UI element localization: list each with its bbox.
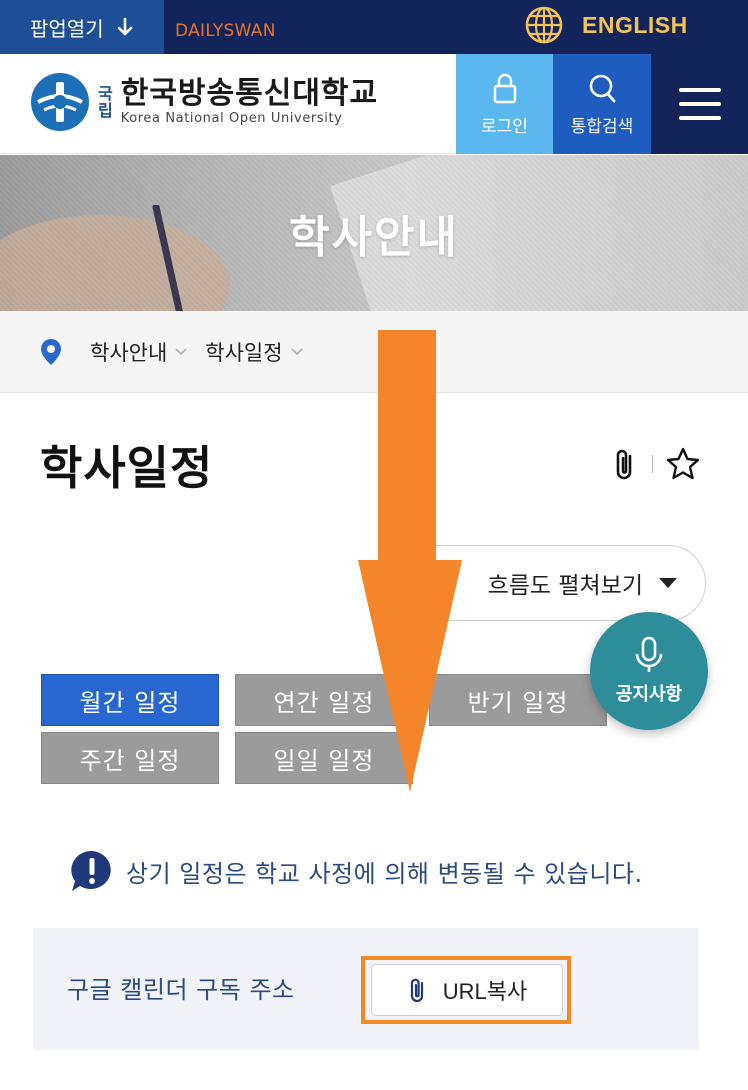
breadcrumb-item-academic-schedule[interactable]: 학사일정 xyxy=(205,337,303,367)
url-copy-label: URL복사 xyxy=(442,979,528,1004)
english-link[interactable]: ENGLISH xyxy=(524,0,688,50)
google-calendar-label: 구글 캘린더 구독 주소 xyxy=(67,976,295,1004)
notice-floating-button[interactable]: 공지사항 xyxy=(590,612,708,730)
university-emblem-icon xyxy=(31,73,89,131)
login-label: 로그인 xyxy=(481,116,528,137)
star-icon[interactable] xyxy=(665,446,701,482)
lock-icon xyxy=(493,73,516,103)
section-banner: 학사안내 xyxy=(0,155,748,311)
url-copy-button[interactable]: URL복사 xyxy=(371,964,563,1016)
chevron-down-icon xyxy=(290,347,303,355)
arrow-down-icon xyxy=(117,17,132,36)
logo-text: 한국방송통신대학교 Korea National Open University xyxy=(120,76,379,127)
tab-yearly[interactable]: 연간 일정 xyxy=(235,674,413,726)
divider xyxy=(652,455,653,473)
breadcrumb-item-academic-info[interactable]: 학사안내 xyxy=(90,337,187,367)
link-copy-icon[interactable] xyxy=(610,446,640,482)
dailyswan-link[interactable]: DAILYSWAN xyxy=(175,0,276,62)
page-title: 학사일정 xyxy=(40,441,214,495)
schedule-notice: 상기 일정은 학교 사정에 의해 변동될 수 있습니다. xyxy=(68,848,643,894)
flowchart-toggle-label: 흐름도 펼쳐보기 xyxy=(487,573,643,599)
tab-monthly[interactable]: 월간 일정 xyxy=(41,674,219,726)
tab-half-year[interactable]: 반기 일정 xyxy=(429,674,607,726)
logo-korean-name: 한국방송통신대학교 xyxy=(120,76,379,111)
search-label: 통합검색 xyxy=(570,116,634,137)
logo-national-mark: 국 립 xyxy=(98,85,113,119)
google-calendar-box: 구글 캘린더 구독 주소 URL복사 xyxy=(33,928,699,1050)
exclamation-bubble-icon xyxy=(71,850,111,891)
english-label: ENGLISH xyxy=(582,11,688,38)
breadcrumb-label: 학사일정 xyxy=(205,340,283,365)
breadcrumb-label: 학사안내 xyxy=(90,340,168,365)
globe-icon xyxy=(525,6,563,44)
login-button[interactable]: 로그인 xyxy=(456,54,553,154)
microphone-icon xyxy=(635,636,663,672)
tab-weekly[interactable]: 주간 일정 xyxy=(41,732,219,784)
tab-daily[interactable]: 일일 일정 xyxy=(235,732,413,784)
location-pin-icon xyxy=(41,338,61,365)
schedule-notice-text: 상기 일정은 학교 사정에 의해 변동될 수 있습니다. xyxy=(126,859,643,888)
popup-open-button[interactable]: 팝업열기 xyxy=(0,0,164,54)
flowchart-toggle-button[interactable]: 흐름도 펼쳐보기 xyxy=(380,545,706,621)
link-copy-icon xyxy=(410,978,423,1003)
search-button[interactable]: 통합검색 xyxy=(553,54,651,154)
logo-sub-1: 국 xyxy=(98,84,113,103)
search-icon xyxy=(589,74,616,102)
chevron-down-icon xyxy=(175,347,187,355)
university-logo[interactable]: 국 립 한국방송통신대학교 Korea National Open Univer… xyxy=(30,72,378,132)
menu-button[interactable] xyxy=(651,54,748,154)
top-bar: 팝업열기 DAILYSWAN ENGLISH xyxy=(0,0,748,54)
breadcrumb: 학사안내 학사일정 xyxy=(0,311,748,393)
notice-floating-label: 공지사항 xyxy=(615,684,683,705)
logo-sub-2: 립 xyxy=(98,101,113,120)
chevron-down-icon xyxy=(659,578,677,588)
site-header: 국 립 한국방송통신대학교 Korea National Open Univer… xyxy=(0,54,748,154)
title-tools xyxy=(610,446,701,482)
popup-open-label: 팝업열기 xyxy=(30,16,104,41)
hamburger-menu-icon xyxy=(678,88,721,120)
banner-title: 학사안내 xyxy=(289,212,459,263)
logo-english-name: Korea National Open University xyxy=(120,111,343,126)
